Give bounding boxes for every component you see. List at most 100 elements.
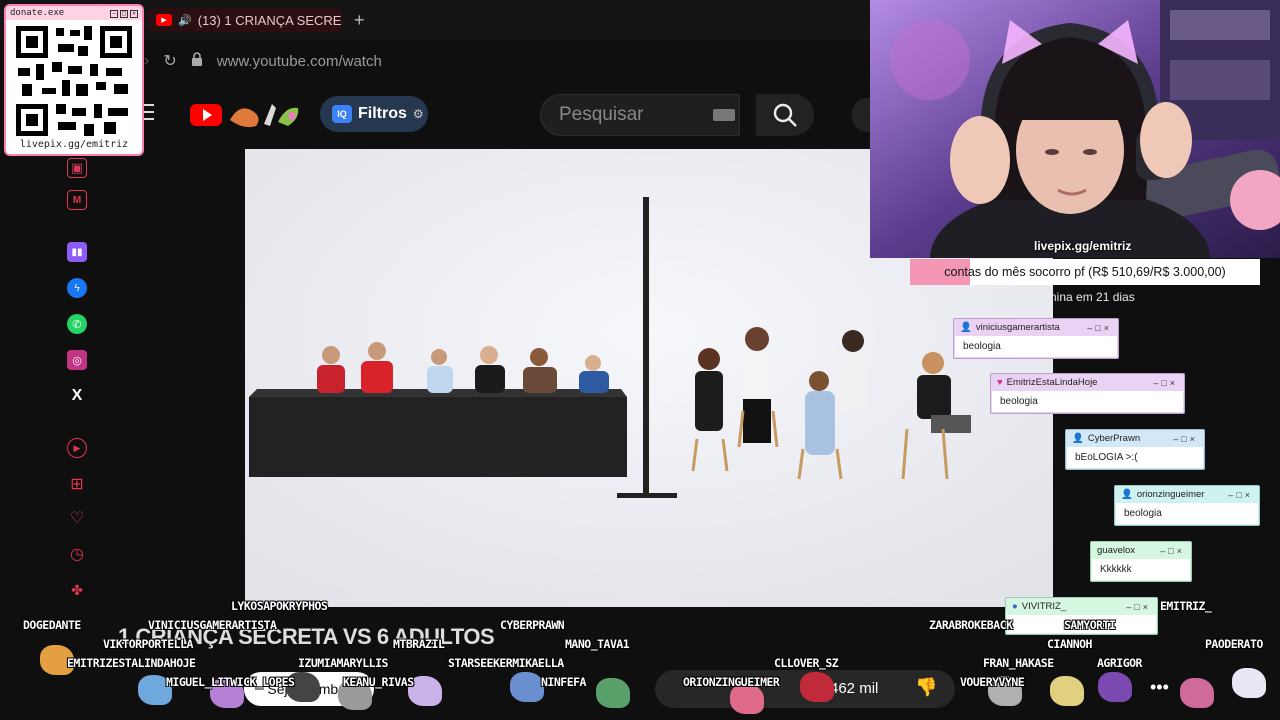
viewer-name: SAMYORTI xyxy=(1064,618,1116,632)
play-circle-icon[interactable]: ▶ xyxy=(67,438,87,458)
viewer-name: STARSEEKERMIKAELLA xyxy=(448,656,564,670)
pokemon-sprite xyxy=(1098,672,1132,702)
window-controls-icon: –□× xyxy=(1153,377,1178,388)
heart-icon[interactable]: ♡ xyxy=(67,508,87,528)
speaker-icon: 🔊 xyxy=(178,14,192,27)
chat-message: beologia xyxy=(992,391,1183,412)
window-controls-icon: –□× xyxy=(1160,545,1185,556)
minimize-icon: − xyxy=(110,10,118,18)
table xyxy=(249,397,627,477)
pokemon-sprite xyxy=(800,672,834,702)
browser-tab[interactable]: ▶ 🔊 (13) 1 CRIANÇA SECRE xyxy=(148,8,342,32)
chat-popup: guavelox –□× Kkkkkk xyxy=(1090,541,1192,582)
x-icon[interactable]: X xyxy=(67,386,87,406)
streamer-image xyxy=(870,0,1280,258)
window-controls-icon: –□× xyxy=(1126,601,1151,612)
search-icon xyxy=(773,103,797,127)
goal-deadline: Termina em 21 dias xyxy=(1030,290,1135,304)
viewer-name: DOGEDANTE xyxy=(23,618,81,632)
filters-button[interactable]: IQ Filtros ⚙ xyxy=(320,96,428,132)
pokemon-sprite xyxy=(596,678,630,708)
chat-user: EmitrizEstaLindaHoje xyxy=(1006,377,1098,388)
chat-user: viniciusgamerartista xyxy=(975,322,1060,333)
viewer-name: VIKTORPORTELLA xyxy=(103,637,193,651)
search-button[interactable] xyxy=(756,94,814,136)
donate-widget: donate.exe − □ × livepix.gg/emitriz xyxy=(4,4,144,156)
viewer-name: EMITRIZESTALINDAHOJE xyxy=(67,656,196,670)
viewer-name: AGRIGOR xyxy=(1097,656,1142,670)
search-input[interactable]: Pesquisar xyxy=(540,94,740,136)
chat-popup: 👤 viniciusgamerartista –□× beologia xyxy=(953,318,1119,359)
pokemon-sprite xyxy=(1050,676,1084,706)
viewer-name: PAODERATO xyxy=(1205,637,1263,651)
stream-scene: ▶ 🔊 (13) 1 CRIANÇA SECRE + › ↻ www.youtu… xyxy=(0,0,1280,720)
close-icon: × xyxy=(130,10,138,18)
qr-code-icon xyxy=(12,22,136,140)
keyboard-icon[interactable] xyxy=(713,109,735,121)
viewer-name: MTBRAZIL xyxy=(393,637,445,651)
badge-icon: ● xyxy=(1012,601,1018,612)
viewer-name: EMITRIZ_ xyxy=(1160,599,1212,613)
url-field[interactable]: www.youtube.com/watch xyxy=(217,53,382,70)
reload-icon[interactable]: ↻ xyxy=(163,51,176,71)
viewer-name: ZARABROKEBACK xyxy=(929,618,1013,632)
heart-badge-icon: ♥ xyxy=(997,377,1003,388)
youtube-header: IQ Filtros ⚙ Pesquisar xyxy=(140,92,882,138)
webcam-feed xyxy=(870,0,1280,258)
user-icon: 👤 xyxy=(1121,489,1133,500)
user-icon: 👤 xyxy=(960,322,972,333)
donate-caption: livepix.gg/emitriz xyxy=(19,139,129,150)
chat-message: beologia xyxy=(955,336,1117,357)
filters-label: Filtros xyxy=(358,105,407,122)
chat-user: CyberPrawn xyxy=(1087,433,1141,444)
new-tab-button[interactable]: + xyxy=(354,10,365,31)
chat-message: Kkkkkk xyxy=(1092,559,1190,580)
youtube-doodle-icon xyxy=(230,104,299,128)
messenger-icon[interactable]: ϟ xyxy=(67,278,87,298)
instagram-icon[interactable]: ◎ xyxy=(67,350,87,370)
pocket-icon[interactable]: ▣ xyxy=(67,158,87,178)
window-controls-icon: –□× xyxy=(1228,489,1253,500)
webcam-label: livepix.gg/emitriz xyxy=(1034,239,1132,253)
pokemon-sprite xyxy=(510,672,544,702)
viewer-name: VOUERYVYNE xyxy=(960,675,1025,689)
clock-icon[interactable]: ◷ xyxy=(67,544,87,564)
like-count[interactable]: 462 mil xyxy=(830,680,878,697)
user-icon: 👤 xyxy=(1072,433,1084,444)
tab-title: (13) 1 CRIANÇA SECRE xyxy=(197,12,342,28)
viewer-name: ORIONZINGUEIMER xyxy=(683,675,780,689)
chat-user: guavelox xyxy=(1097,545,1136,556)
iq-badge-icon: IQ xyxy=(332,105,352,123)
window-controls-icon: –□× xyxy=(1173,433,1198,444)
chat-popup: 👤 orionzingueimer –□× beologia xyxy=(1114,485,1260,526)
viewer-name: KEANU_RIVAS xyxy=(343,675,414,689)
viewer-name: MANO_TAVA1 xyxy=(565,637,630,651)
browser-sidebar: ▣ M ▮▮ ϟ ✆ ◎ X ▶ ⊞ ♡ ◷ ✤ xyxy=(55,150,99,610)
twitch-icon[interactable]: ▮▮ xyxy=(67,242,87,262)
more-options-icon[interactable]: ••• xyxy=(1150,677,1169,698)
viewer-name: VINICIUSGAMERARTISTA xyxy=(148,618,277,632)
grid-icon[interactable]: ⊞ xyxy=(67,474,87,494)
pokemon-sprite xyxy=(1232,668,1266,698)
sliders-icon: ⚙ xyxy=(412,107,424,121)
chat-message: bEoLOGIA >:( xyxy=(1067,447,1203,468)
viewer-name: IZUMIAMARYLLIS xyxy=(298,656,388,670)
puzzle-icon[interactable]: ✤ xyxy=(67,580,87,600)
chat-popup: ♥ EmitrizEstaLindaHoje –□× beologia xyxy=(990,373,1185,414)
viewer-name: FRAN_HAKASE xyxy=(983,656,1054,670)
whatsapp-icon[interactable]: ✆ xyxy=(67,314,87,334)
donate-title: donate.exe xyxy=(10,8,65,18)
viewer-name: CIANNOH xyxy=(1047,637,1092,651)
goal-text: contas do mês socorro pf (R$ 510,69/R$ 3… xyxy=(944,265,1226,279)
youtube-logo[interactable] xyxy=(190,104,222,126)
dislike-icon[interactable]: 👎 xyxy=(915,677,937,698)
donate-titlebar: donate.exe − □ × xyxy=(6,6,142,20)
chat-user: orionzingueimer xyxy=(1136,489,1205,500)
chat-popup: 👤 CyberPrawn –□× bEoLOGIA >:( xyxy=(1065,429,1205,470)
maximize-icon: □ xyxy=(120,10,128,18)
forward-icon[interactable]: › xyxy=(144,52,149,70)
address-bar: › ↻ www.youtube.com/watch xyxy=(140,44,870,78)
lock-icon xyxy=(191,51,203,71)
viewer-name: CLLOVER_SZ xyxy=(774,656,839,670)
mail-icon[interactable]: M xyxy=(67,190,87,210)
